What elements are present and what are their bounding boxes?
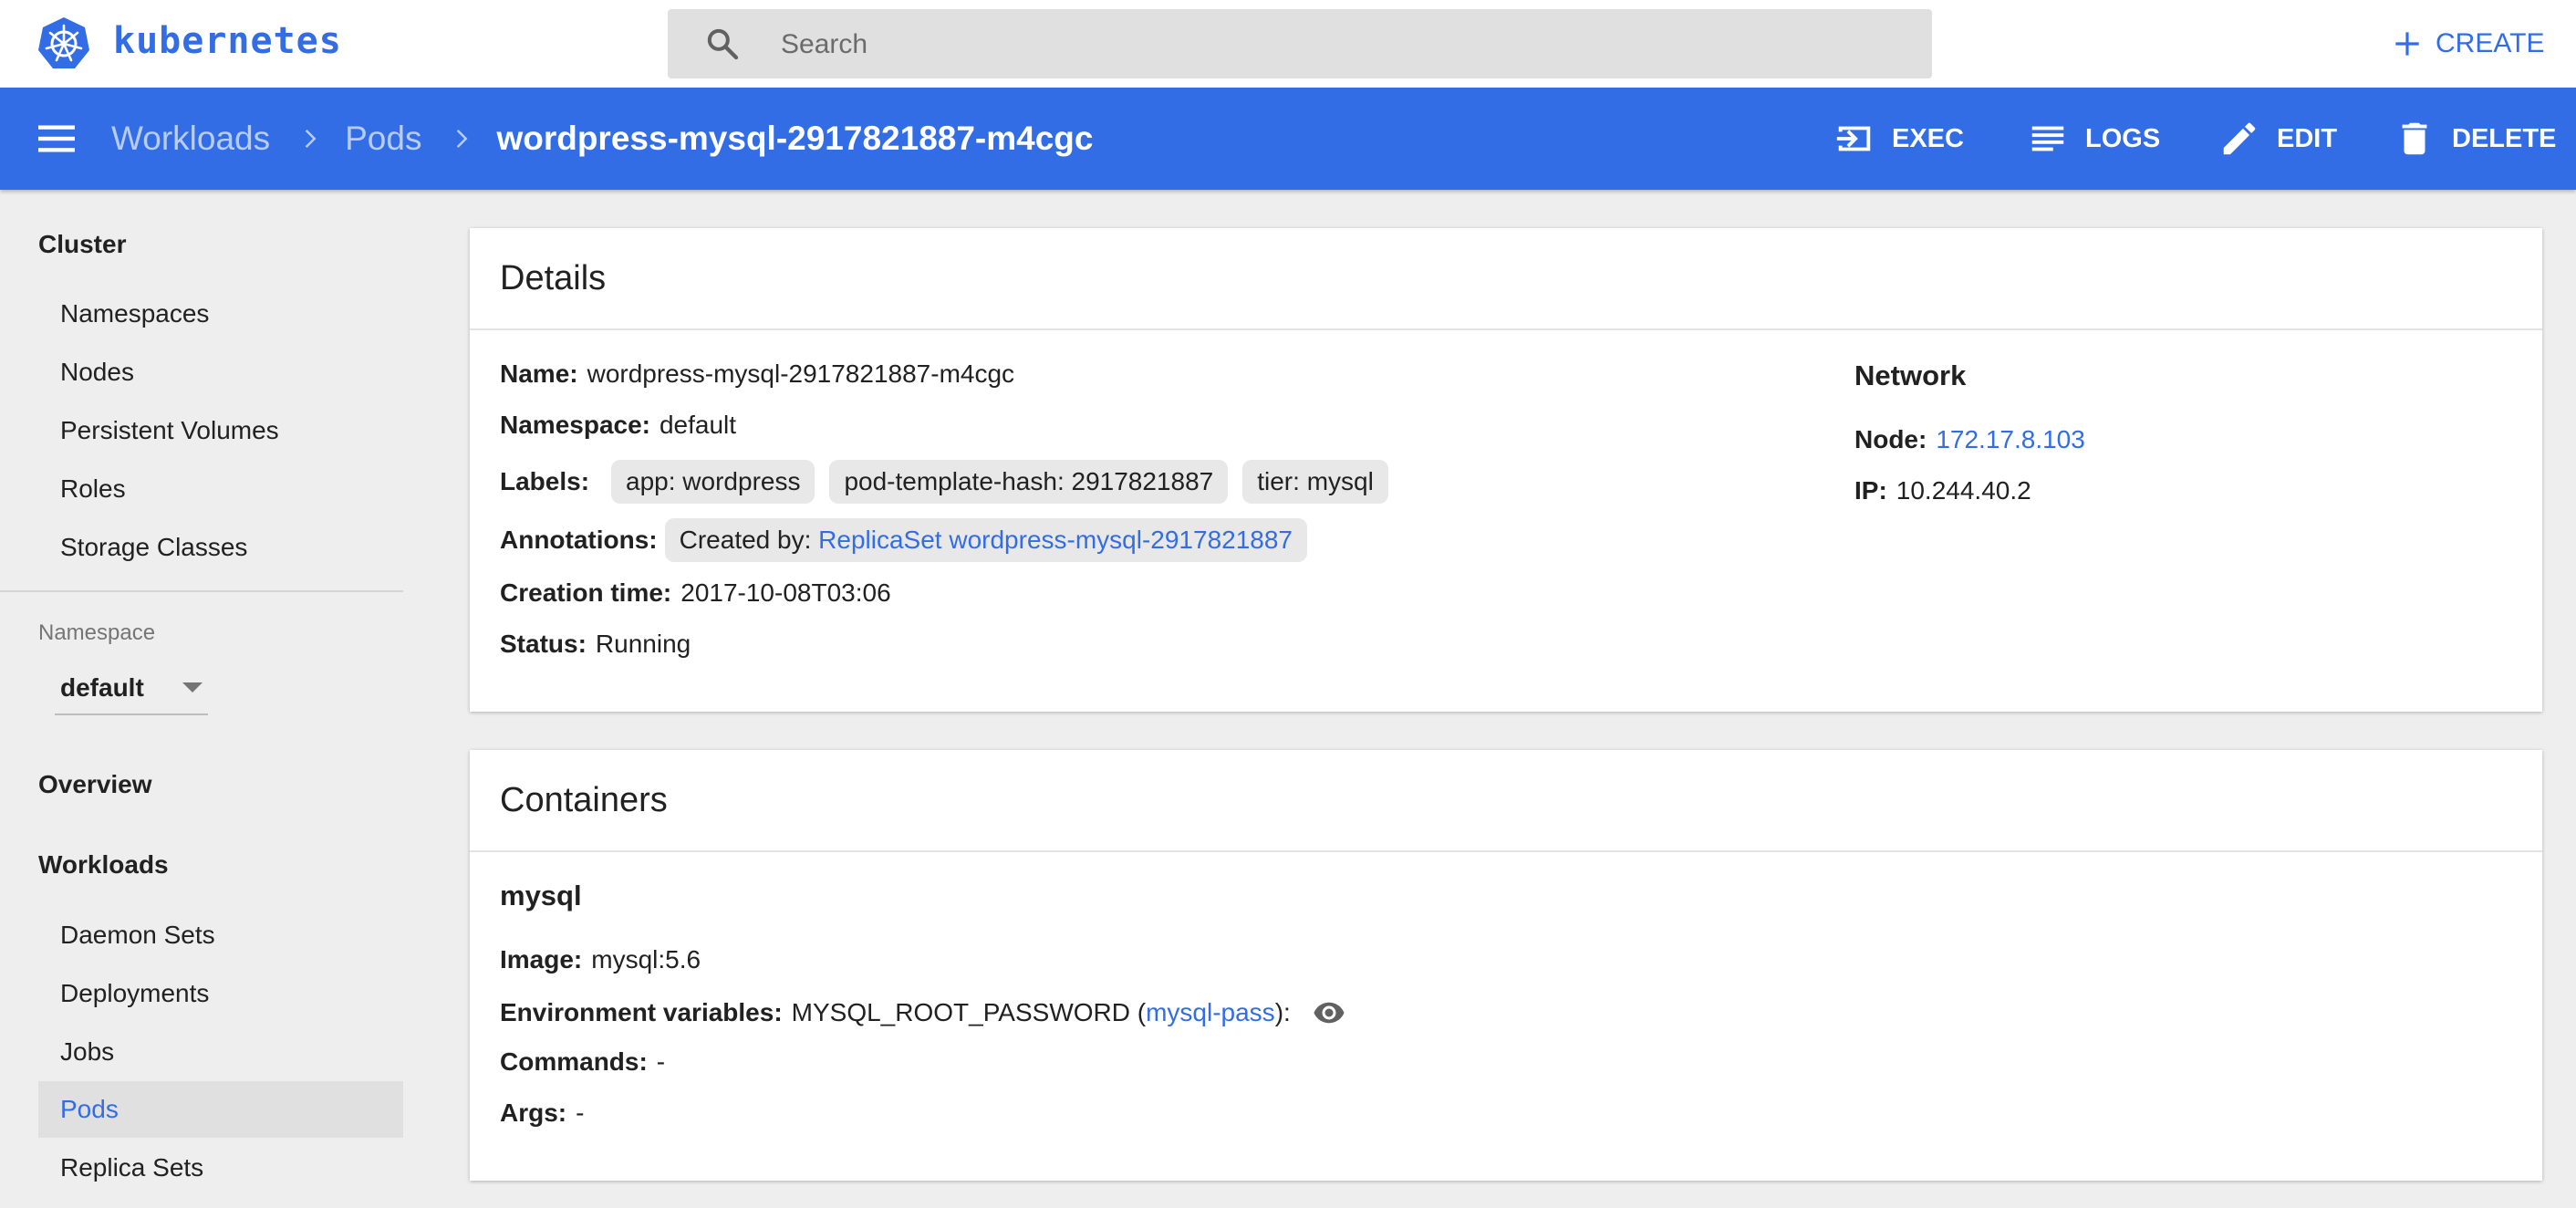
detail-name-value: wordpress-mysql-2917821887-m4cgc	[587, 359, 1015, 388]
network-node-key: Node:	[1854, 425, 1927, 453]
container-image: Image: mysql:5.6	[500, 945, 701, 974]
sidebar-item-roles[interactable]: Roles	[38, 461, 403, 517]
detail-name-key: Name:	[500, 359, 578, 388]
container-args-value: -	[576, 1099, 585, 1127]
create-button[interactable]: CREATE	[2390, 20, 2544, 68]
dropdown-arrow-icon	[182, 682, 203, 693]
sidebar-item-daemon-sets[interactable]: Daemon Sets	[38, 907, 403, 963]
network-ip-key: IP:	[1854, 476, 1887, 505]
namespace-select-value: default	[60, 673, 144, 702]
detail-creation-value: 2017-10-08T03:06	[680, 578, 891, 607]
page-toolbar: Workloads Pods wordpress-mysql-291782188…	[0, 88, 2576, 190]
sidebar-item-deployments[interactable]: Deployments	[38, 965, 403, 1022]
sidebar-heading-workloads[interactable]: Workloads	[38, 850, 169, 880]
logs-button-label: LOGS	[2085, 123, 2161, 153]
page-title: wordpress-mysql-2917821887-m4cgc	[496, 120, 1094, 157]
sidebar-divider	[0, 590, 403, 592]
detail-annotations-key: Annotations:	[500, 526, 658, 554]
sidebar-item-jobs[interactable]: Jobs	[38, 1024, 403, 1080]
exec-button[interactable]: EXEC	[1833, 113, 1964, 164]
container-args: Args: -	[500, 1099, 584, 1128]
details-card: Details Name: wordpress-mysql-2917821887…	[470, 228, 2542, 712]
details-title: Details	[470, 228, 2542, 330]
container-env-key: Environment variables:	[500, 998, 783, 1026]
container-env-name: MYSQL_ROOT_PASSWORD (	[791, 998, 1147, 1026]
sidebar: Cluster Namespaces Nodes Persistent Volu…	[0, 190, 403, 1208]
detail-status-value: Running	[595, 630, 691, 658]
container-commands-key: Commands:	[500, 1047, 648, 1076]
detail-creation-time: Creation time: 2017-10-08T03:06	[500, 578, 891, 608]
plus-icon	[2395, 32, 2419, 56]
pencil-icon	[2223, 122, 2256, 155]
containers-card: Containers mysql Image: mysql:5.6 Enviro…	[470, 750, 2542, 1181]
sidebar-item-pods[interactable]: Pods	[38, 1081, 403, 1138]
container-image-key: Image:	[500, 945, 583, 974]
annotation-chip: Created by: ReplicaSet wordpress-mysql-2…	[664, 518, 1308, 562]
edit-button-label: EDIT	[2277, 123, 2338, 153]
node-link[interactable]: 172.17.8.103	[1936, 425, 2085, 454]
sidebar-item-nodes[interactable]: Nodes	[38, 344, 403, 401]
detail-annotations: Annotations: Created by: ReplicaSet word…	[500, 518, 1322, 562]
create-button-label: CREATE	[2436, 28, 2545, 58]
exec-icon	[1836, 126, 1871, 151]
annotation-prefix: Created by:	[679, 526, 812, 554]
breadcrumb-pods[interactable]: Pods	[345, 120, 421, 158]
logs-button[interactable]: LOGS	[2027, 113, 2160, 164]
delete-button-label: DELETE	[2452, 123, 2557, 153]
eye-icon[interactable]	[1313, 996, 1345, 1029]
network-node: Node: 172.17.8.103	[1854, 425, 2085, 454]
menu-icon[interactable]	[36, 120, 77, 157]
label-chip: tier: mysql	[1242, 460, 1388, 504]
network-heading: Network	[1854, 359, 1967, 391]
container-env: Environment variables: MYSQL_ROOT_PASSWO…	[500, 996, 1345, 1029]
containers-title: Containers	[470, 750, 2542, 852]
logs-icon	[2031, 126, 2064, 151]
brand-name[interactable]: kubernetes	[113, 20, 342, 62]
search-icon	[707, 28, 739, 60]
sidebar-item-storage-classes[interactable]: Storage Classes	[38, 519, 403, 576]
edit-button[interactable]: EDIT	[2218, 113, 2337, 164]
detail-creation-key: Creation time:	[500, 578, 672, 607]
namespace-label: Namespace	[38, 620, 156, 645]
network-ip: IP: 10.244.40.2	[1854, 476, 2031, 505]
network-ip-value: 10.244.40.2	[1896, 476, 2031, 505]
sidebar-heading-cluster[interactable]: Cluster	[38, 230, 126, 259]
breadcrumb: Workloads Pods wordpress-mysql-291782188…	[111, 88, 1093, 190]
sidebar-item-overview[interactable]: Overview	[38, 770, 152, 799]
top-bar: kubernetes CREATE	[0, 0, 2576, 89]
detail-labels: Labels: app: wordpress pod-template-hash…	[500, 460, 1403, 504]
sidebar-item-replica-sets[interactable]: Replica Sets	[38, 1140, 403, 1196]
detail-name: Name: wordpress-mysql-2917821887-m4cgc	[500, 359, 1014, 389]
search-input[interactable]	[779, 9, 1896, 80]
detail-status-key: Status:	[500, 630, 587, 658]
container-name: mysql	[500, 880, 582, 911]
detail-status: Status: Running	[500, 630, 691, 659]
secret-link[interactable]: mysql-pass	[1146, 998, 1275, 1027]
detail-namespace-key: Namespace:	[500, 411, 650, 439]
namespace-select[interactable]: default	[55, 664, 208, 715]
kubernetes-logo-icon[interactable]	[36, 16, 91, 70]
detail-namespace: Namespace: default	[500, 411, 736, 440]
container-image-value: mysql:5.6	[591, 945, 701, 974]
exec-button-label: EXEC	[1892, 123, 1964, 153]
chevron-right-icon	[305, 130, 317, 148]
chevron-right-icon	[457, 130, 468, 148]
replicaset-link[interactable]: ReplicaSet wordpress-mysql-2917821887	[818, 526, 1293, 554]
sidebar-item-persistent-volumes[interactable]: Persistent Volumes	[38, 402, 403, 459]
detail-namespace-value: default	[659, 411, 737, 439]
container-commands: Commands: -	[500, 1047, 665, 1077]
search-bar	[668, 9, 1932, 80]
sidebar-item-namespaces[interactable]: Namespaces	[38, 286, 403, 342]
breadcrumb-workloads[interactable]: Workloads	[111, 120, 270, 158]
label-chip: app: wordpress	[611, 460, 815, 504]
label-chip: pod-template-hash: 2917821887	[829, 460, 1229, 504]
container-args-key: Args:	[500, 1099, 567, 1127]
container-commands-value: -	[656, 1047, 666, 1076]
trash-icon	[2402, 122, 2427, 155]
detail-labels-key: Labels:	[500, 467, 590, 495]
delete-button[interactable]: DELETE	[2394, 113, 2556, 164]
container-env-suffix: ):	[1274, 998, 1291, 1026]
